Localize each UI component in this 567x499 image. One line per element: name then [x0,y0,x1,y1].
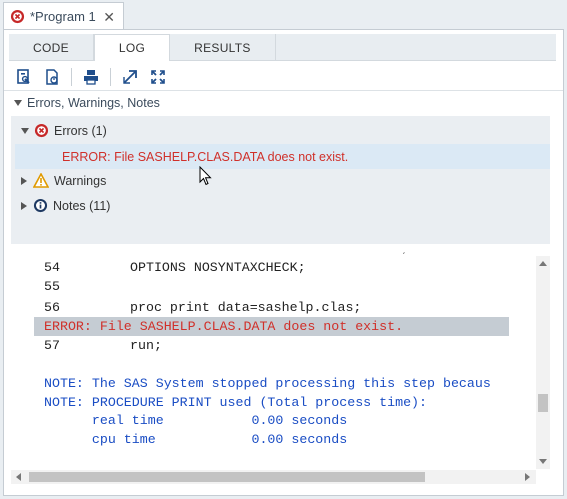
scroll-right-icon[interactable] [525,473,531,481]
tab-log[interactable]: LOG [93,34,171,61]
scroll-down-icon[interactable] [539,459,547,465]
horizontal-scroll-thumb[interactable] [29,472,425,482]
caret-right-icon [21,201,27,210]
scroll-left-icon[interactable] [15,473,21,481]
log-line-text: OPTIONS NOSYNTAXCHECK; [130,260,306,275]
log-line-text: NOTE: The SAS System stopped processing … [44,376,491,391]
close-tab-icon[interactable]: ✕ [103,10,115,24]
log-note-line: NOTE: The SAS System stopped processing … [34,374,491,393]
log-line-number: 55 [44,279,60,294]
log-code-line: 54 OPTIONS NOSYNTAXCHECK; [34,258,306,277]
tree-item-warnings[interactable]: Warnings [21,173,106,188]
log-code-line: 57 run; [34,336,162,355]
tree-item-errors[interactable]: Errors (1) [21,123,107,138]
caret-right-icon [21,176,27,185]
error-item-text: ERROR: File SASHELP.CLAS.DATA does not e… [62,149,349,164]
log-output[interactable]: 54 OPTIONS NOSYNTAXCHECK; 55 56 proc print d… [34,258,536,466]
log-tick-mark: ˏ [402,244,406,255]
document-refresh-icon [46,69,58,85]
log-line-number: 54 [44,260,60,275]
log-line-text: ERROR: File SASHELP.CLAS.DATA does not e… [44,319,404,334]
log-line-number: 57 [44,338,60,353]
printer-icon [84,70,98,85]
warnings-label: Warnings [54,173,107,188]
error-circle-icon [10,9,25,24]
errors-label: Errors (1) [54,123,107,138]
vertical-scroll-thumb[interactable] [538,394,548,412]
notes-label: Notes (11) [53,198,111,213]
log-line-text: cpu time 0.00 seconds [44,432,348,447]
scroll-up-icon[interactable] [539,260,547,266]
popout-button[interactable] [118,66,142,88]
ewn-tree: Errors (1) ERROR: File SASHELP.CLAS.DATA… [11,116,550,244]
log-vertical-scrollbar[interactable] [536,256,550,469]
error-circle-icon [34,123,49,138]
subtab-bar: CODE LOG RESULTS [9,34,556,61]
caret-down-icon [14,100,22,106]
log-line-text: run; [130,338,162,353]
tree-item-notes[interactable]: Notes (11) [21,198,110,213]
program-tab-label: *Program 1 [30,9,96,24]
log-line-text: proc print data=sashelp.clas; [130,300,362,315]
tab-results[interactable]: RESULTS [170,34,276,61]
warning-triangle-icon [33,173,49,188]
open-log-button[interactable] [40,66,64,88]
save-doc-icon [17,69,30,84]
program-tab[interactable]: *Program 1 ✕ [3,2,124,30]
toolbar-separator [110,68,111,86]
ewn-section-header[interactable]: Errors, Warnings, Notes [14,96,160,110]
print-log-button[interactable] [79,66,103,88]
popout-arrow-icon [123,70,137,84]
log-note-line: real time 0.00 seconds [34,411,347,430]
log-line-number: 56 [44,300,60,315]
log-error-line: ERROR: File SASHELP.CLAS.DATA does not e… [34,317,509,336]
save-log-button[interactable] [12,66,36,88]
log-note-line: cpu time 0.00 seconds [34,430,347,449]
log-horizontal-scrollbar[interactable] [11,470,536,484]
log-line-text: NOTE: PROCEDURE PRINT used (Total proces… [44,395,428,410]
toolbar-separator [71,68,72,86]
ewn-section-title: Errors, Warnings, Notes [27,96,160,110]
error-item[interactable]: ERROR: File SASHELP.CLAS.DATA does not e… [15,144,550,169]
maximize-button[interactable] [146,66,170,88]
log-note-line: NOTE: PROCEDURE PRINT used (Total proces… [34,393,427,412]
main-panel: CODE LOG RESULTS Errors, Warnings, Notes… [3,29,564,496]
mouse-cursor-icon [199,166,212,186]
maximize-icon [151,70,165,84]
log-code-line: 55 [34,277,130,296]
toolbar-divider [4,90,563,91]
info-circle-icon [33,198,48,213]
caret-down-icon [21,127,29,134]
log-toolbar [12,64,170,90]
log-line-text: real time 0.00 seconds [44,413,348,428]
sas-window: *Program 1 ✕ CODE LOG RESULTS Errors, Wa… [0,0,567,499]
log-code-line: 56 proc print data=sashelp.clas; [34,298,361,317]
tab-code[interactable]: CODE [9,34,94,61]
